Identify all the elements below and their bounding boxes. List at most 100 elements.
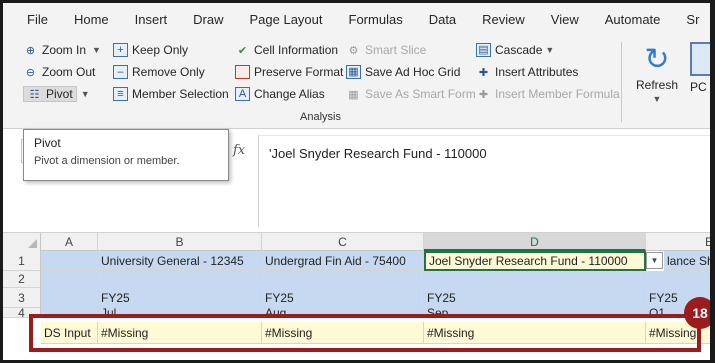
cell-a2[interactable] [41, 271, 98, 288]
save-as-smart-form-label: Save As Smart Form [365, 87, 476, 101]
smart-slice-button[interactable]: ⚙ Smart Slice [346, 40, 427, 60]
preserve-format-label: Preserve Format [254, 65, 344, 79]
formula-value: 'Joel Snyder Research Fund - 110000 [269, 146, 487, 161]
chevron-down-icon[interactable]: ▼ [633, 94, 681, 104]
chevron-down-icon[interactable]: ▼ [92, 45, 101, 55]
save-as-smart-form-button[interactable]: ▦ Save As Smart Form [346, 84, 476, 104]
cascade-label: Cascade [495, 43, 543, 57]
callout-number-badge: 18 [684, 297, 710, 329]
cascade-icon: ▤ [476, 43, 491, 57]
row-header-3[interactable]: 3 [3, 288, 41, 308]
menu-data[interactable]: Data [416, 3, 469, 36]
cell-d3[interactable]: FY25 [424, 288, 646, 308]
zoom-out-icon: ⊖ [25, 66, 36, 79]
member-selection-button[interactable]: ≡ Member Selection [113, 84, 229, 104]
change-alias-icon: A [235, 87, 250, 101]
cell-b2[interactable] [98, 271, 262, 288]
cell-information-icon: ✔ [237, 44, 248, 57]
cell-e2[interactable] [646, 271, 710, 288]
preserve-format-button[interactable]: Preserve Format [235, 62, 343, 82]
select-all-corner[interactable] [3, 233, 41, 251]
insert-formula-icon: ✚ [478, 88, 489, 101]
cell-c1[interactable]: Undergrad Fin Aid - 75400 [262, 251, 424, 271]
save-ad-hoc-grid-label: Save Ad Hoc Grid [365, 65, 461, 79]
ribbon: ⊕ Zoom In ▼ ⊖ Zoom Out ☷ Pivot ▼ + Keep … [3, 36, 710, 129]
cell-b1[interactable]: University General - 12345 [98, 251, 262, 271]
menu-review[interactable]: Review [469, 3, 538, 36]
tooltip-title: Pivot [34, 136, 61, 150]
menu-page-layout[interactable]: Page Layout [237, 3, 336, 36]
insert-attributes-button[interactable]: ✚ Insert Attributes [476, 62, 578, 82]
zoom-in-icon: ⊕ [25, 44, 36, 57]
cell-b3[interactable]: FY25 [98, 288, 262, 308]
smart-slice-icon: ⚙ [348, 44, 359, 57]
save-ad-hoc-grid-button[interactable]: ▦ Save Ad Hoc Grid [346, 62, 460, 82]
preserve-format-icon [235, 65, 250, 79]
zoom-in-button[interactable]: ⊕ Zoom In ▼ [23, 40, 101, 60]
callout-highlight-box [29, 314, 701, 352]
smart-form-icon: ▦ [348, 88, 359, 101]
cell-e1[interactable]: lance Sh [664, 251, 710, 271]
column-header-b[interactable]: B [98, 233, 262, 251]
menu-home[interactable]: Home [61, 3, 122, 36]
zoom-in-label: Zoom In [42, 43, 87, 57]
chevron-down-icon[interactable]: ▼ [545, 45, 554, 55]
cell-d2[interactable] [424, 271, 646, 288]
tooltip-description: Pivot a dimension or member. [34, 155, 180, 167]
zoom-out-label: Zoom Out [42, 65, 96, 79]
column-header-d[interactable]: D [424, 233, 646, 251]
remove-only-button[interactable]: – Remove Only [113, 62, 205, 82]
pc-label: PC [690, 80, 707, 94]
cell-a1[interactable] [41, 251, 98, 271]
cell-d1-active[interactable]: Joel Snyder Research Fund - 110000 [424, 251, 646, 271]
pc-icon [690, 42, 710, 76]
cell-c3[interactable]: FY25 [262, 288, 424, 308]
keep-only-icon: + [113, 43, 128, 57]
pivot-button[interactable]: ☷ Pivot ▼ [23, 84, 90, 104]
save-grid-icon: ▦ [346, 65, 361, 79]
menu-view[interactable]: View [538, 3, 592, 36]
refresh-icon: ↻ [644, 43, 670, 76]
insert-member-formula-button[interactable]: ✚ Insert Member Formula [476, 84, 620, 104]
menu-smart-view[interactable]: Sr [673, 3, 710, 36]
menu-automate[interactable]: Automate [592, 3, 674, 36]
pc-button[interactable]: PC [690, 42, 710, 94]
insert-member-formula-label: Insert Member Formula [495, 87, 620, 101]
change-alias-button[interactable]: A Change Alias [235, 84, 325, 104]
menu-formulas[interactable]: Formulas [336, 3, 416, 36]
cell-information-label: Cell Information [254, 43, 339, 57]
cell-dropdown-icon[interactable]: ▼ [646, 252, 663, 269]
menu-bar: File Home Insert Draw Page Layout Formul… [3, 3, 710, 36]
row-header-1[interactable]: 1 [3, 251, 41, 271]
row-header-2[interactable]: 2 [3, 271, 41, 288]
insert-attributes-label: Insert Attributes [495, 65, 579, 79]
change-alias-label: Change Alias [254, 87, 325, 101]
fx-icon[interactable]: fx [233, 143, 245, 158]
menu-file[interactable]: File [3, 3, 61, 36]
menu-insert[interactable]: Insert [122, 3, 181, 36]
keep-only-button[interactable]: + Keep Only [113, 40, 188, 60]
cell-information-button[interactable]: ✔ Cell Information [235, 40, 338, 60]
ribbon-separator [621, 42, 622, 122]
pivot-icon: ☷ [29, 88, 40, 101]
member-selection-icon: ≡ [113, 87, 128, 101]
ribbon-group-label: Analysis [300, 111, 341, 123]
column-header-a[interactable]: A [41, 233, 98, 251]
pivot-tooltip: Pivot Pivot a dimension or member. [23, 129, 229, 181]
cell-c2[interactable] [262, 271, 424, 288]
window-frame: File Home Insert Draw Page Layout Formul… [0, 0, 715, 363]
column-header-c[interactable]: C [262, 233, 424, 251]
pivot-label: Pivot [46, 87, 73, 101]
smart-slice-label: Smart Slice [365, 43, 427, 57]
column-header-e[interactable]: E [646, 233, 710, 251]
pivot-dropdown-icon[interactable]: ▼ [81, 89, 90, 99]
menu-draw[interactable]: Draw [180, 3, 236, 36]
remove-only-label: Remove Only [132, 65, 205, 79]
refresh-button[interactable]: ↻ Refresh ▼ [633, 42, 681, 104]
cell-a3[interactable] [41, 288, 98, 308]
remove-only-icon: – [113, 65, 128, 79]
formula-bar[interactable]: 'Joel Snyder Research Fund - 110000 [258, 135, 710, 227]
zoom-out-button[interactable]: ⊖ Zoom Out [23, 62, 95, 82]
insert-attributes-icon: ✚ [478, 66, 489, 79]
cascade-button[interactable]: ▤ Cascade ▼ [476, 40, 554, 60]
